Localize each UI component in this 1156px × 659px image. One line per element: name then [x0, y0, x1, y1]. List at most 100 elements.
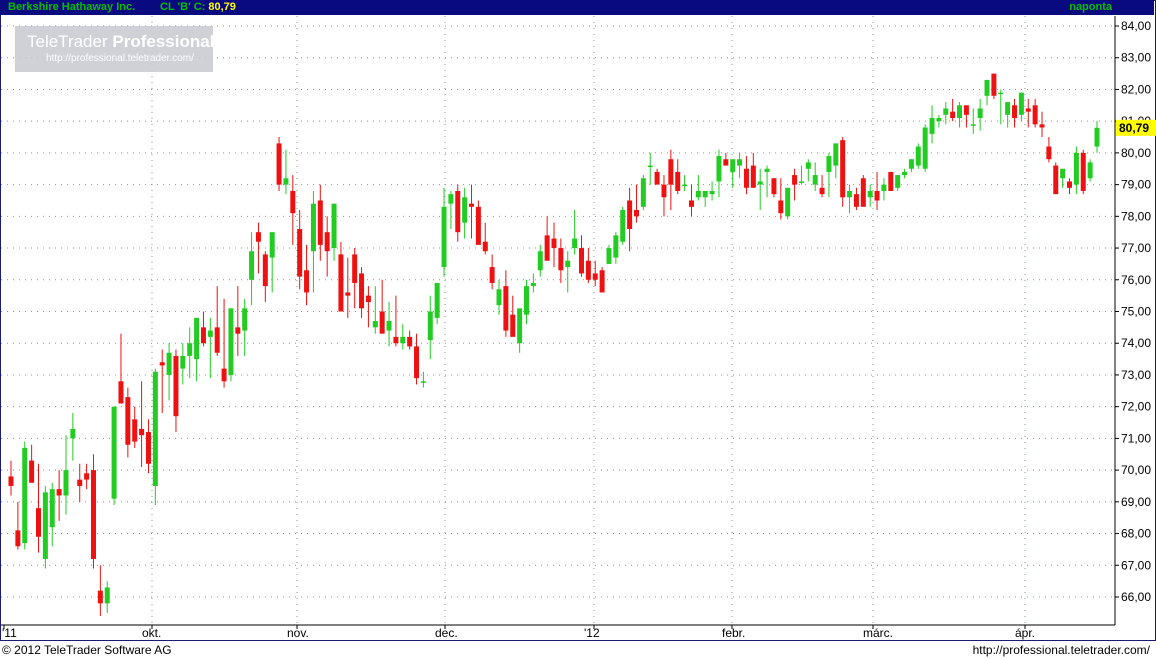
candle-body — [489, 267, 495, 283]
candle-body — [723, 159, 729, 166]
candle-body — [1094, 127, 1100, 147]
close-value: 80,79 — [208, 1, 236, 13]
candle-body — [599, 270, 605, 293]
x-tick-label: febr. — [722, 626, 745, 640]
candle-body — [702, 190, 708, 198]
candle-body — [427, 311, 433, 341]
y-tick-label: 75,00 — [1121, 305, 1151, 319]
last-price-label: 80,79 — [1119, 121, 1149, 135]
candle-body — [104, 587, 110, 604]
candle-body — [881, 184, 887, 191]
candle-body — [393, 336, 399, 344]
candle-body — [1025, 108, 1031, 112]
candle-body — [324, 232, 330, 252]
candle-body — [1012, 105, 1018, 118]
candle-body — [805, 162, 811, 169]
footer-url[interactable]: http://professional.teletrader.com/ — [973, 641, 1150, 659]
candle-body — [695, 190, 701, 198]
candle-body — [482, 241, 488, 252]
candle-body — [819, 187, 825, 195]
candle-body — [22, 447, 28, 544]
candle-body — [565, 260, 571, 268]
candle-body — [730, 159, 736, 172]
y-tick-label: 71,00 — [1121, 431, 1151, 445]
candle-body — [902, 171, 908, 176]
candle-body — [936, 117, 942, 122]
watermark-brand-bold: Professional — [112, 32, 214, 51]
candle-body — [682, 184, 688, 187]
y-tick-label: 79,00 — [1121, 178, 1151, 192]
candle-body — [812, 175, 818, 185]
candle-body — [118, 381, 124, 404]
candle-body — [420, 381, 426, 383]
y-tick-label: 66,00 — [1121, 590, 1151, 604]
candle-body — [249, 251, 255, 280]
y-tick-label: 74,00 — [1121, 336, 1151, 350]
candle-body — [558, 248, 564, 271]
candle-body — [977, 108, 983, 118]
y-tick-label: 70,00 — [1121, 463, 1151, 477]
candle-body — [159, 362, 165, 366]
candle-body — [84, 473, 90, 480]
candle-body — [606, 248, 612, 264]
candle-body — [359, 273, 365, 309]
candle-body — [503, 286, 509, 331]
candle-body — [200, 327, 206, 344]
candle-body — [29, 460, 35, 483]
candle-body — [304, 270, 310, 293]
candle-body — [49, 489, 55, 528]
candle-body — [70, 428, 76, 439]
x-tick-label: nov. — [287, 626, 309, 640]
candle-body — [1032, 105, 1038, 125]
candle-body — [537, 251, 543, 271]
candle-body — [627, 200, 633, 230]
candle-body — [750, 165, 756, 188]
candle-body — [290, 190, 296, 214]
candle-body — [496, 289, 502, 306]
candle-body — [510, 314, 516, 337]
candle-body — [778, 200, 784, 214]
chart-header: Berkshire Hathaway Inc. CL 'B' C: 80,79 n… — [0, 0, 1154, 15]
candle-body — [551, 238, 557, 249]
chart-plot: 66,00 67,00 68,00 69,00 70,00 71,00 72,00 73,00… — [1, 16, 1156, 640]
y-tick-label: 77,00 — [1121, 241, 1151, 255]
x-tick-label: okt. — [142, 626, 161, 640]
candle-body — [462, 197, 468, 223]
candle-body — [365, 295, 371, 302]
candle-body — [386, 321, 392, 331]
candle-body — [310, 203, 316, 252]
candle-body — [441, 206, 447, 268]
y-tick-label: 80,00 — [1121, 146, 1151, 160]
candle-body — [688, 200, 694, 207]
candle-body — [1067, 181, 1073, 188]
candle-body — [991, 73, 997, 96]
y-tick-label: 72,00 — [1121, 400, 1151, 414]
candle-body — [633, 209, 639, 217]
candle-body — [743, 168, 749, 188]
candle-body — [874, 190, 880, 201]
candle-body — [970, 124, 976, 126]
candle-body — [283, 178, 289, 185]
candle-body — [297, 229, 303, 277]
candle-body — [709, 190, 715, 195]
candle-body — [771, 178, 777, 195]
candle-body — [407, 336, 413, 347]
candle-body — [228, 308, 234, 375]
candle-body — [517, 308, 523, 344]
candle-body — [826, 156, 832, 172]
candle-body — [840, 140, 846, 198]
candle-body — [125, 397, 131, 445]
period-label[interactable]: naponta — [1069, 0, 1112, 15]
candle-body — [737, 159, 743, 166]
candle-body — [475, 206, 481, 245]
watermark-url: http://professional.teletrader.com/ — [46, 53, 194, 64]
candle-body — [56, 489, 62, 496]
candle-body — [1005, 102, 1011, 115]
series-label: CL 'B' C: 80,79 — [160, 0, 236, 15]
candle-body — [922, 127, 928, 169]
y-tick-label: 84,00 — [1121, 19, 1151, 33]
candle-body — [77, 479, 83, 486]
candle-body — [578, 248, 584, 274]
candle-body — [63, 470, 69, 496]
candle-body — [544, 235, 550, 261]
